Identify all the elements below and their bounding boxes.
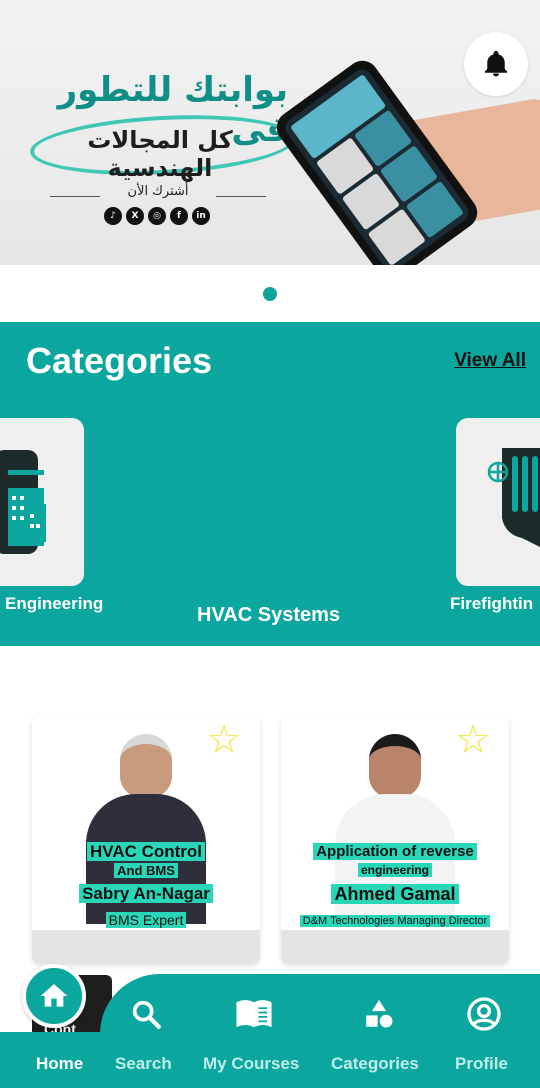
star-icon: ☆ <box>455 717 491 763</box>
carousel-indicator-dot[interactable] <box>263 287 277 301</box>
nav-label-home: Home <box>36 1054 84 1073</box>
nav-label-profile: Profile <box>455 1054 508 1073</box>
linkedin-icon: in <box>192 207 210 225</box>
course-card[interactable]: ☆ HVAC Control And BMS Sabry An-Nagar BM… <box>32 716 260 964</box>
facebook-icon: f <box>170 207 188 225</box>
phone-screen <box>281 65 473 265</box>
instructor-name: Sabry An-Nagar <box>32 884 260 904</box>
tiktok-icon: ♪ <box>104 207 122 225</box>
instructor-name: Ahmed Gamal <box>281 884 509 905</box>
category-label-engineering[interactable]: Engineering <box>5 594 103 614</box>
categories-section: Categories View All Engineering HVAC Sys… <box>0 322 540 646</box>
card-footer <box>32 930 260 964</box>
instructor-role: D&M Technologies Managing Director <box>281 914 509 927</box>
nav-item-my-courses[interactable]: My Courses <box>200 974 308 1088</box>
course-title: HVAC Control <box>32 842 260 862</box>
instructor-role: BMS Expert <box>32 912 260 929</box>
banner-subscribe-text: أشترك الأن <box>50 184 266 199</box>
notifications-button[interactable] <box>464 32 528 96</box>
course-subtitle: And BMS <box>32 863 260 879</box>
firefighting-icon <box>487 448 540 547</box>
bell-icon <box>484 50 508 77</box>
nav-label-search: Search <box>115 1054 172 1073</box>
book-icon <box>234 994 274 1034</box>
banner-subheadline: كل المجالات الهندسية <box>87 126 233 182</box>
promo-banner[interactable]: بوابتك للتطور فى كل المجالات الهندسية أش… <box>0 0 540 265</box>
category-label-firefighting[interactable]: Firefightin <box>450 594 533 614</box>
course-card[interactable]: ☆ Application of reverse engineering Ahm… <box>281 716 509 964</box>
category-card-firefighting[interactable] <box>456 418 540 586</box>
nav-item-profile[interactable]: Profile <box>452 974 518 1088</box>
bottom-navigation: Home Search My Courses Categories Profil… <box>0 964 540 1088</box>
categories-title: Categories <box>26 340 213 381</box>
instagram-icon: ◎ <box>148 207 166 225</box>
star-icon: ☆ <box>206 717 242 763</box>
category-label-hvac[interactable]: HVAC Systems <box>197 604 340 627</box>
social-links: ♪ X ◎ f in <box>104 207 210 225</box>
nav-item-home[interactable]: Home <box>22 974 102 1088</box>
shapes-icon <box>359 994 399 1034</box>
nav-label-my-courses: My Courses <box>203 1054 300 1073</box>
search-icon <box>126 994 166 1034</box>
x-icon: X <box>126 207 144 225</box>
building-icon <box>0 450 46 554</box>
course-title: Application of reverse <box>281 842 509 860</box>
category-card-engineering[interactable] <box>0 418 84 586</box>
card-footer <box>281 930 509 964</box>
nav-label-categories: Categories <box>331 1054 419 1073</box>
nav-item-categories[interactable]: Categories <box>330 974 430 1088</box>
view-all-link[interactable]: View All <box>454 350 526 372</box>
course-subtitle: engineering <box>281 863 509 877</box>
profile-icon <box>464 994 504 1034</box>
nav-item-search[interactable]: Search <box>112 974 182 1088</box>
